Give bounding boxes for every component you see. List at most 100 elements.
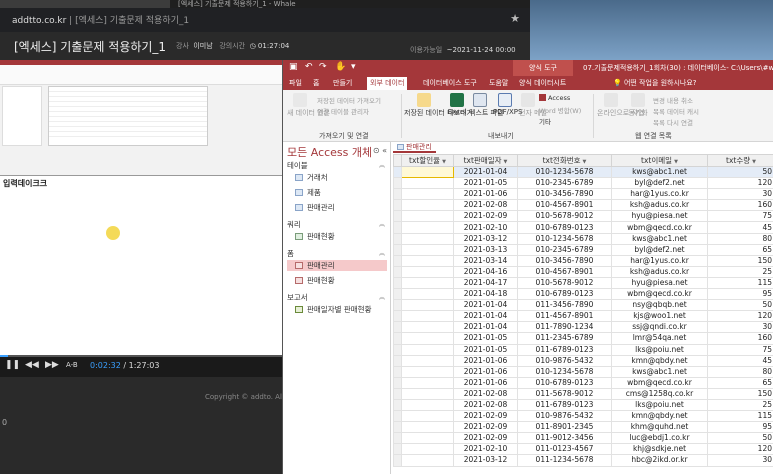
table-cell[interactable]: 2021-01-04 (453, 165, 518, 179)
table-cell[interactable]: 2021-02-10 (453, 221, 518, 234)
table-cell[interactable]: lks@poiu.net (611, 343, 708, 356)
saved-export-button[interactable]: 저장된 데이터 내보내기 (404, 93, 473, 118)
table-row[interactable]: 2021-02-09 011-9012-3456 luc@ebdj1.co.kr 50 (393, 432, 773, 445)
table-row[interactable]: 2021-03-14 010-3456-7890 har@1yus.co.kr 150 (393, 254, 773, 267)
video-player[interactable]: 입력데이크크 (0, 60, 282, 355)
table-cell[interactable] (401, 232, 454, 245)
table-cell[interactable] (401, 210, 454, 223)
sort-filter-dropdown-icon[interactable]: ▼ (752, 159, 756, 165)
undo-icon[interactable]: ↶ (305, 62, 313, 72)
table-cell[interactable]: 2021-04-18 (453, 288, 518, 301)
table-cell[interactable] (401, 443, 454, 456)
table-cell[interactable] (401, 310, 454, 323)
table-row[interactable]: 2021-01-04 011-7890-1234 ssj@qndi.co.kr 30 (393, 321, 773, 334)
table-cell[interactable]: 2021-04-16 (453, 265, 518, 278)
table-cell[interactable]: 010-1234-5678 (517, 165, 612, 179)
row-selector[interactable] (393, 354, 402, 367)
column-header[interactable]: txt할인율 ▼ (401, 154, 454, 167)
row-selector[interactable] (393, 454, 402, 467)
table-row[interactable]: 2021-01-04 011-3456-7890 nsy@qbqb.net 50 (393, 299, 773, 312)
table-cell[interactable]: 50 (707, 432, 773, 445)
table-cell[interactable]: 010-9876-5432 (517, 410, 612, 423)
table-cell[interactable] (401, 221, 454, 234)
table-cell[interactable]: 011-9012-3456 (517, 432, 612, 445)
table-cell[interactable] (401, 299, 454, 312)
table-cell[interactable]: 160 (707, 332, 773, 345)
table-cell[interactable]: 2021-02-09 (453, 432, 518, 445)
table-row[interactable]: 2021-01-06 010-6789-0123 wbm@qecd.co.kr 65 (393, 376, 773, 389)
row-selector[interactable] (393, 254, 402, 267)
nav-item[interactable]: 판매관리 (287, 260, 387, 271)
fast-forward-icon[interactable]: ▶▶ (45, 360, 59, 370)
ribbon-tab[interactable]: 파일 (289, 78, 302, 88)
table-cell[interactable]: 2021-03-14 (453, 254, 518, 267)
excel-export-button[interactable]: Excel (446, 93, 468, 116)
ribbon-tab[interactable]: 홈 (313, 78, 319, 88)
table-row[interactable]: 2021-03-13 010-2345-6789 byl@def2.net 65 (393, 243, 773, 256)
table-cell[interactable]: 150 (707, 387, 773, 400)
table-cell[interactable] (401, 343, 454, 356)
table-cell[interactable]: lmr@54qa.net (611, 332, 708, 345)
row-selector[interactable] (393, 232, 402, 245)
relink-lists-button[interactable]: 목록 다시 연결 (653, 117, 693, 127)
table-cell[interactable] (401, 365, 454, 378)
table-cell[interactable]: 011-7890-1234 (517, 321, 612, 334)
cache-list-data-button[interactable]: 목록 데이터 캐시 (653, 106, 699, 116)
column-header[interactable]: txt이메일 ▼ (611, 154, 708, 167)
select-all-corner[interactable] (393, 154, 402, 167)
table-cell[interactable]: 2021-03-12 (453, 454, 518, 467)
access-export-button[interactable]: Access (539, 94, 570, 102)
table-row[interactable]: 2021-03-12 011-1234-5678 hbc@2ikd.or.kr 30 (393, 454, 773, 467)
table-row[interactable]: 2021-04-17 010-5678-9012 hyu@piesa.net 115 (393, 276, 773, 290)
table-cell[interactable]: 2021-02-09 (453, 210, 518, 223)
ribbon-tab[interactable]: 데이터베이스 도구 (423, 78, 477, 88)
table-cell[interactable]: 011-4567-8901 (517, 310, 612, 323)
row-selector[interactable] (393, 177, 402, 190)
ribbon-tab[interactable]: 외부 데이터 (367, 77, 408, 90)
browser-tab[interactable]: [엑세스] 기출문제 적용하기_1 - Whale (170, 0, 530, 8)
work-online-button[interactable]: 온라인으로 작업 (597, 93, 644, 118)
word-merge-button[interactable]: Word 병합(W) (539, 105, 581, 115)
table-cell[interactable]: 120 (707, 443, 773, 456)
table-cell[interactable]: 2021-02-09 (453, 410, 518, 423)
pause-icon[interactable]: ❚❚ (5, 360, 20, 370)
table-cell[interactable]: 2021-01-04 (453, 299, 518, 312)
sort-filter-dropdown-icon[interactable]: ▼ (674, 159, 678, 165)
table-row[interactable]: 2021-02-10 011-0123-4567 khj@sdkje.net 120 (393, 443, 773, 456)
table-row[interactable]: 2021-02-08 011-5678-9012 cms@1258q.co.kr 15… (393, 387, 773, 400)
ab-repeat-button[interactable]: A-B (66, 361, 78, 369)
table-cell[interactable]: 150 (707, 254, 773, 267)
table-row[interactable]: 2021-02-09 011-8901-2345 khm@quhd.net 95 (393, 421, 773, 434)
table-row[interactable]: 2021-02-09 010-9876-5432 kmn@qbdy.net 115 (393, 410, 773, 423)
nav-item[interactable]: 거래처 (287, 172, 387, 183)
table-cell[interactable]: 30 (707, 188, 773, 201)
table-cell[interactable] (401, 165, 454, 179)
nav-section-header[interactable]: 테이블 ︽ (287, 160, 385, 171)
table-cell[interactable]: khj@sdkje.net (611, 443, 708, 456)
nav-item[interactable]: 제품 (287, 187, 387, 198)
document-tab[interactable]: 판매관리 (393, 142, 436, 153)
table-row[interactable]: 2021-01-04 010-1234-5678 kws@abc1.net 50 (393, 165, 773, 179)
table-cell[interactable] (401, 421, 454, 434)
table-cell[interactable]: 010-9876-5432 (517, 354, 612, 367)
table-cell[interactable]: hbc@2ikd.or.kr (611, 454, 708, 467)
nav-item[interactable]: 판매현황 (287, 231, 387, 242)
table-cell[interactable]: 2021-01-06 (453, 354, 518, 367)
table-cell[interactable]: 75 (707, 210, 773, 223)
browser-address-bar[interactable]: addtto.co.kr | [엑세스] 기출문제 적용하기_1 ★ (0, 8, 530, 32)
collapse-chevron-icon[interactable]: ︽ (379, 219, 385, 228)
table-cell[interactable]: 2021-02-09 (453, 421, 518, 434)
table-cell[interactable]: 010-5678-9012 (517, 210, 612, 223)
new-data-source-button[interactable]: 새 데이터 원본 (287, 93, 330, 118)
table-cell[interactable]: 011-1234-5678 (517, 454, 612, 467)
table-cell[interactable]: kjs@woo1.net (611, 310, 708, 323)
row-selector[interactable] (393, 343, 402, 356)
ribbon-tab[interactable]: 도움말 (489, 78, 508, 88)
sort-filter-dropdown-icon[interactable]: ▼ (583, 159, 587, 165)
table-cell[interactable]: 011-8901-2345 (517, 421, 612, 434)
table-row[interactable]: 2021-03-12 010-1234-5678 kws@abc1.net 80 (393, 232, 773, 245)
row-selector[interactable] (393, 387, 402, 400)
table-cell[interactable] (401, 177, 454, 190)
row-selector[interactable] (393, 365, 402, 378)
table-cell[interactable] (401, 276, 454, 290)
